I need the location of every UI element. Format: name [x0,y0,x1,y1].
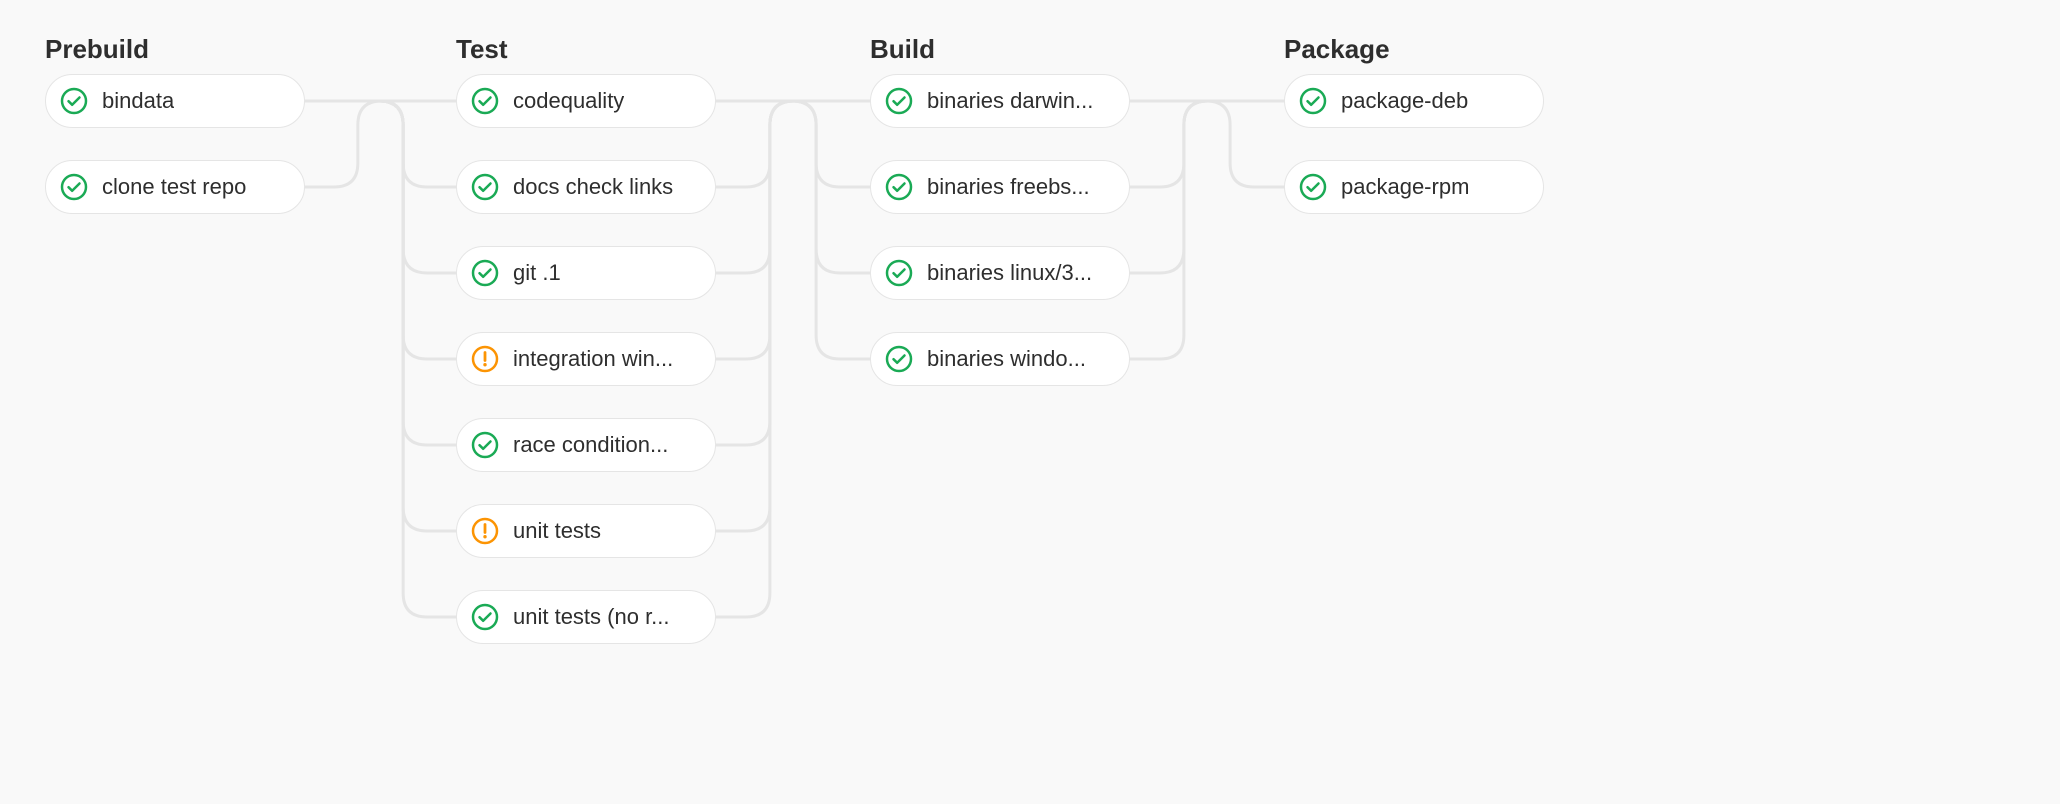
check-circle-icon [471,603,499,631]
pipeline-job[interactable]: codequality [456,74,716,128]
check-circle-icon [885,173,913,201]
job-label: binaries freebs... [927,174,1090,200]
stage-title: Test [456,34,508,65]
check-circle-icon [885,87,913,115]
check-circle-icon [1299,173,1327,201]
connector-line [1130,101,1284,187]
check-circle-icon [60,173,88,201]
connector-line [1130,101,1284,359]
warning-circle-icon [471,517,499,545]
check-circle-icon [60,87,88,115]
pipeline-job[interactable]: clone test repo [45,160,305,214]
pipeline-job[interactable]: package-deb [1284,74,1544,128]
connector-line [716,101,870,445]
warning-circle-icon [471,345,499,373]
job-label: codequality [513,88,624,114]
job-label: clone test repo [102,174,246,200]
stage-title: Package [1284,34,1390,65]
check-circle-icon [60,87,88,115]
connector-line [305,101,456,187]
pipeline-job[interactable]: binaries darwin... [870,74,1130,128]
connector-line [305,101,456,359]
connector-line [1130,101,1284,273]
connector-line [716,101,870,187]
pipeline-job[interactable]: unit tests (no r... [456,590,716,644]
job-label: unit tests (no r... [513,604,670,630]
job-label: binaries linux/3... [927,260,1092,286]
connector-line [716,101,870,359]
connector-line [716,101,870,359]
pipeline-job[interactable]: git .1 [456,246,716,300]
job-label: integration win... [513,346,673,372]
connector-line [716,101,870,617]
pipeline-job[interactable]: binaries freebs... [870,160,1130,214]
check-circle-icon [471,431,499,459]
connector-line [716,101,870,273]
stage-title: Build [870,34,935,65]
check-circle-icon [1299,87,1327,115]
check-circle-icon [471,87,499,115]
warning-circle-icon [471,517,499,545]
job-label: git .1 [513,260,561,286]
job-label: package-rpm [1341,174,1469,200]
job-label: package-deb [1341,88,1468,114]
pipeline-job[interactable]: race condition... [456,418,716,472]
check-circle-icon [885,87,913,115]
stage-title: Prebuild [45,34,149,65]
connector-line [305,101,456,187]
check-circle-icon [1299,173,1327,201]
pipeline-job[interactable]: package-rpm [1284,160,1544,214]
connector-line [716,101,870,531]
pipeline-job[interactable]: unit tests [456,504,716,558]
warning-circle-icon [471,345,499,373]
check-circle-icon [885,345,913,373]
check-circle-icon [471,87,499,115]
check-circle-icon [885,259,913,287]
job-label: unit tests [513,518,601,544]
check-circle-icon [60,173,88,201]
connector-line [1130,101,1284,187]
job-label: binaries windo... [927,346,1086,372]
check-circle-icon [885,173,913,201]
job-label: race condition... [513,432,668,458]
job-label: binaries darwin... [927,88,1093,114]
check-circle-icon [885,259,913,287]
check-circle-icon [471,603,499,631]
check-circle-icon [885,345,913,373]
check-circle-icon [471,431,499,459]
job-label: bindata [102,88,174,114]
check-circle-icon [471,173,499,201]
pipeline-job[interactable]: docs check links [456,160,716,214]
connector-line [716,101,870,273]
check-circle-icon [471,259,499,287]
connector-line [305,101,456,445]
check-circle-icon [471,259,499,287]
connector-line [305,101,456,273]
connector-line [716,101,870,187]
pipeline-job[interactable]: binaries windo... [870,332,1130,386]
connector-line [305,101,456,617]
job-label: docs check links [513,174,673,200]
pipeline-job[interactable]: integration win... [456,332,716,386]
check-circle-icon [471,173,499,201]
connector-line [305,101,456,531]
check-circle-icon [1299,87,1327,115]
pipeline-job[interactable]: binaries linux/3... [870,246,1130,300]
pipeline-job[interactable]: bindata [45,74,305,128]
